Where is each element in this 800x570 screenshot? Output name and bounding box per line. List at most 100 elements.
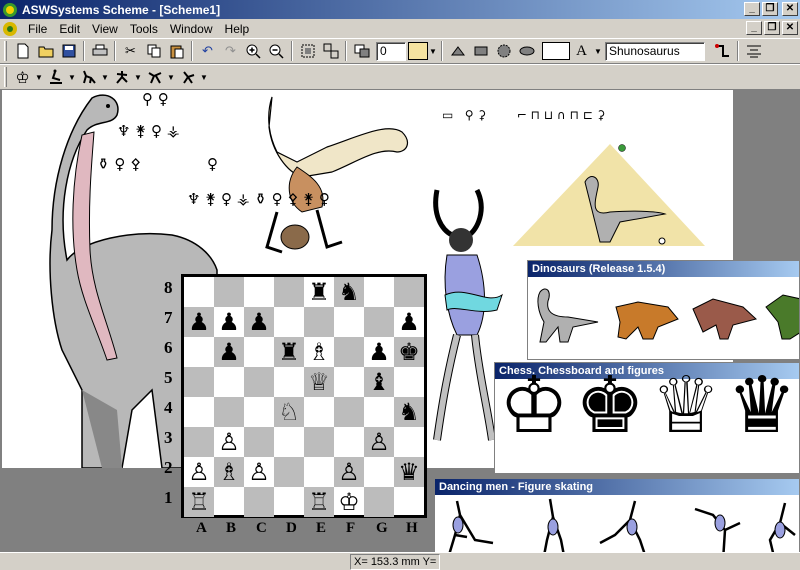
chess-square[interactable] xyxy=(244,397,274,427)
chess-palette[interactable]: Chess. Chessboard and figures ♔ ♚ ♕ ♛ xyxy=(494,362,800,474)
chess-square[interactable] xyxy=(334,337,364,367)
chess-square[interactable] xyxy=(364,487,394,517)
undo-icon[interactable]: ↶ xyxy=(196,40,219,62)
new-file-icon[interactable] xyxy=(11,40,34,62)
chess-piece[interactable]: ♟ xyxy=(368,340,390,364)
dancer-dropdown-icon[interactable]: ▼ xyxy=(133,73,143,82)
chess-piece[interactable]: ♟ xyxy=(398,310,420,334)
toolbar-grip[interactable] xyxy=(4,67,7,87)
chess-square[interactable] xyxy=(334,367,364,397)
align-icon[interactable] xyxy=(742,40,765,62)
chess-square[interactable] xyxy=(214,487,244,517)
chess-piece[interactable]: ♛ xyxy=(398,460,420,484)
gear-shape-icon[interactable] xyxy=(492,40,515,62)
chess-square[interactable] xyxy=(334,397,364,427)
font-icon[interactable]: A xyxy=(570,40,593,62)
chess-piece[interactable]: ♟ xyxy=(248,310,270,334)
chess-square[interactable] xyxy=(184,427,214,457)
chess-square[interactable] xyxy=(364,277,394,307)
rectangle-shape-icon[interactable] xyxy=(469,40,492,62)
chess-square[interactable]: ♔ xyxy=(334,487,364,517)
chess-square[interactable]: ♗ xyxy=(304,337,334,367)
line-width-input[interactable]: 0 xyxy=(376,41,406,61)
breakdancer-drawing[interactable] xyxy=(257,92,417,267)
stroke-color-swatch[interactable] xyxy=(542,42,570,60)
chess-piece[interactable]: ♟ xyxy=(218,340,240,364)
figure-dropdown-icon[interactable]: ▼ xyxy=(166,73,176,82)
white-queen-figure[interactable]: ♕ xyxy=(651,367,721,445)
chess-square[interactable] xyxy=(334,427,364,457)
chess-square[interactable]: ♞ xyxy=(394,397,424,427)
chess-piece[interactable]: ♕ xyxy=(308,370,330,394)
ungroup-icon[interactable] xyxy=(319,40,342,62)
font-dropdown-icon[interactable]: ▼ xyxy=(593,47,603,56)
chess-piece[interactable]: ♙ xyxy=(248,460,270,484)
chess-square[interactable]: ♟ xyxy=(214,307,244,337)
chess-square[interactable]: ♕ xyxy=(304,367,334,397)
arrange-icon[interactable] xyxy=(350,40,373,62)
chess-piece[interactable]: ♙ xyxy=(218,430,240,454)
chess-square[interactable] xyxy=(244,367,274,397)
fill-color-swatch[interactable] xyxy=(408,42,428,60)
dino-dropdown-icon[interactable]: ▼ xyxy=(100,73,110,82)
hieroglyph-row-icon[interactable]: ▭ ⚲ ⚳ ⌐ ⊓ ⊔ ∩ ⊓ ⊏ ⚳ xyxy=(442,108,605,122)
chess-piece[interactable]: ♖ xyxy=(188,490,210,514)
hieroglyph-icon[interactable]: ♀ xyxy=(207,155,218,173)
font-name-input[interactable]: Shunosaurus xyxy=(605,41,705,61)
chess-square[interactable] xyxy=(184,337,214,367)
chess-piece[interactable]: ♞ xyxy=(398,400,420,424)
open-folder-icon[interactable] xyxy=(34,40,57,62)
black-queen-figure[interactable]: ♛ xyxy=(727,367,797,445)
chess-square[interactable]: ♙ xyxy=(364,427,394,457)
toolbar-grip[interactable] xyxy=(4,41,7,61)
chess-piece[interactable]: ♙ xyxy=(188,460,210,484)
chess-dropdown-icon[interactable]: ▼ xyxy=(34,73,44,82)
close-button[interactable]: ✕ xyxy=(782,2,798,16)
menu-window[interactable]: Window xyxy=(164,22,219,36)
redo-icon[interactable]: ↷ xyxy=(219,40,242,62)
chess-square[interactable] xyxy=(244,337,274,367)
skater-pose-icon[interactable] xyxy=(44,66,67,88)
chess-piece[interactable]: ♜ xyxy=(308,280,330,304)
chess-square[interactable]: ♗ xyxy=(214,457,244,487)
chess-square[interactable]: ♘ xyxy=(274,397,304,427)
menu-help[interactable]: Help xyxy=(219,22,256,36)
chess-piece[interactable]: ♟ xyxy=(188,310,210,334)
black-king-figure[interactable]: ♚ xyxy=(575,367,645,445)
zoom-in-icon[interactable] xyxy=(242,40,265,62)
document-icon[interactable] xyxy=(2,21,18,37)
chess-square[interactable]: ♛ xyxy=(394,457,424,487)
runner-dropdown-icon[interactable]: ▼ xyxy=(199,73,209,82)
skater-dropdown-icon[interactable]: ▼ xyxy=(67,73,77,82)
chess-piece[interactable]: ♜ xyxy=(278,340,300,364)
chess-piece[interactable]: ♞ xyxy=(338,280,360,304)
menu-file[interactable]: File xyxy=(22,22,53,36)
hieroglyph-icon[interactable]: ♆ ⚵ ♀ ⚶ xyxy=(117,122,179,140)
doc-restore-button[interactable]: ❐ xyxy=(764,21,780,35)
doc-close-button[interactable]: ✕ xyxy=(782,21,798,35)
hieroglyph-icon[interactable]: ⚱ ♀ ⚴ xyxy=(97,155,141,173)
chess-piece[interactable]: ♖ xyxy=(308,490,330,514)
chess-square[interactable] xyxy=(304,397,334,427)
connector-icon[interactable] xyxy=(711,40,734,62)
dino-thumbnails[interactable] xyxy=(528,277,800,357)
chess-piece[interactable]: ♗ xyxy=(218,460,240,484)
dino-small-icon[interactable] xyxy=(77,66,100,88)
ellipse-shape-icon[interactable] xyxy=(515,40,538,62)
chess-square[interactable] xyxy=(394,277,424,307)
chess-square[interactable]: ♟ xyxy=(244,307,274,337)
chess-square[interactable]: ♖ xyxy=(184,487,214,517)
doc-minimize-button[interactable]: _ xyxy=(746,21,762,35)
chess-square[interactable]: ♟ xyxy=(184,307,214,337)
figure-icon[interactable] xyxy=(143,66,166,88)
chess-piece[interactable]: ♙ xyxy=(368,430,390,454)
chess-square[interactable] xyxy=(214,397,244,427)
chessboard[interactable]: ♜ ♞ ♟ ♟ ♟ ♟ ♟ ♜ ♗ ♟ ♚ ♕ ♝ ♘ ♞ ♙ ♙ ♙ ♗ ♙ ♙ ♛ ♖ ♖ ♔ xyxy=(181,274,427,518)
chess-square[interactable] xyxy=(394,367,424,397)
chess-square[interactable] xyxy=(214,277,244,307)
triangle-shape-icon[interactable] xyxy=(446,40,469,62)
fill-color-dropdown-icon[interactable]: ▼ xyxy=(428,47,438,56)
chess-square[interactable] xyxy=(274,307,304,337)
chess-square[interactable] xyxy=(244,487,274,517)
chess-piece[interactable]: ♗ xyxy=(308,340,330,364)
